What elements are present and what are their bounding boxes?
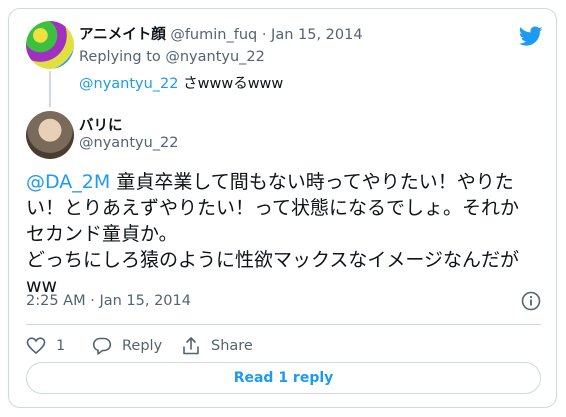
replying-to-handle[interactable]: @nyantyu_22 [165, 49, 265, 65]
share-button[interactable]: Share [181, 335, 253, 357]
replying-to: Replying to @nyantyu_22 [79, 49, 265, 65]
main-handle-row: @nyantyu_22 [79, 135, 179, 151]
main-avatar[interactable] [26, 111, 74, 159]
twitter-bird-icon[interactable] [519, 24, 543, 48]
main-display-name[interactable]: バリに [79, 118, 123, 134]
reply-bubble-icon [92, 337, 112, 355]
reply-label: Reply [122, 338, 163, 354]
parent-header: アニメイト顔 @fumin_fuq · Jan 15, 2014 [79, 23, 363, 44]
main-mention-link[interactable]: @DA_2M [26, 171, 110, 193]
info-icon[interactable] [521, 291, 541, 311]
tweet-meta: 2:25 AM · Jan 15, 2014 [26, 293, 191, 309]
parent-handle[interactable]: @fumin_fuq [170, 27, 257, 43]
tweet-meta-separator: · [90, 293, 95, 309]
parent-separator: · [261, 27, 267, 43]
heart-icon [26, 337, 46, 355]
parent-date[interactable]: Jan 15, 2014 [271, 27, 363, 43]
share-icon [183, 337, 199, 355]
parent-display-name[interactable]: アニメイト顔 [79, 27, 166, 43]
tweet-card: アニメイト顔 @fumin_fuq · Jan 15, 2014 Replyin… [8, 8, 557, 408]
replying-to-label: Replying to [79, 49, 161, 65]
main-text-line2: どっちにしろ猿のように性欲マックスなイメージなんだがww [26, 249, 520, 297]
parent-tweet-text: @nyantyu_22 さwwwるwww [79, 72, 283, 93]
read-reply-button[interactable]: Read 1 reply [26, 362, 541, 394]
divider [26, 324, 541, 325]
main-display-name-row: バリに [79, 114, 123, 135]
tweet-time[interactable]: 2:25 AM [26, 293, 86, 309]
like-button[interactable]: 1 [26, 335, 65, 357]
parent-mention-link[interactable]: @nyantyu_22 [79, 76, 179, 92]
like-count: 1 [56, 338, 66, 354]
main-handle[interactable]: @nyantyu_22 [79, 135, 179, 151]
reply-button[interactable]: Reply [92, 335, 162, 357]
parent-text-body: さwwwるwww [178, 76, 284, 92]
share-label: Share [211, 338, 253, 354]
parent-avatar[interactable] [26, 21, 74, 69]
main-tweet-text: @DA_2M 童貞卒業して間もない時ってやりたい！やりたい！とりあえずやりたい！… [26, 169, 536, 299]
tweet-date[interactable]: Jan 15, 2014 [99, 293, 191, 309]
thread-line [49, 71, 51, 107]
